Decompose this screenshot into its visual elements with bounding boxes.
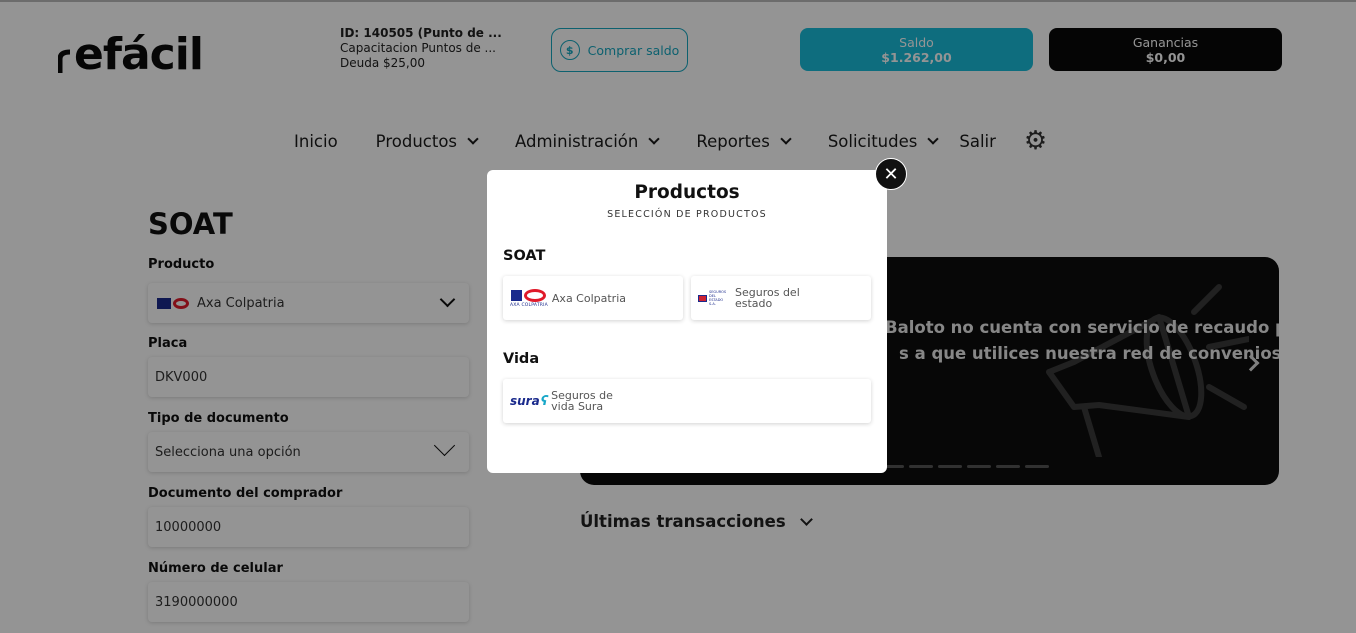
axa-colpatria-logo: AXA COLPATRIA bbox=[510, 288, 548, 308]
seguros-del-estado-logo: SEGUROS DEL ESTADO S.A. bbox=[698, 290, 731, 306]
product-card-sura[interactable]: sura ʕ Seguros de vida Sura bbox=[503, 379, 871, 423]
close-icon[interactable]: ✕ bbox=[875, 158, 907, 190]
product-card-label: Axa Colpatria bbox=[551, 291, 627, 305]
product-card-label-line: vida Sura bbox=[551, 400, 604, 413]
sura-logo: sura ʕ bbox=[510, 393, 549, 409]
logo-caption: SEGUROS DEL ESTADO S.A. bbox=[709, 290, 727, 306]
product-card-seguros-del-estado[interactable]: SEGUROS DEL ESTADO S.A. Seguros del esta… bbox=[691, 276, 871, 320]
products-modal: Productos SELECCIÓN DE PRODUCTOS SOAT AX… bbox=[487, 170, 887, 473]
modal-title: Productos bbox=[634, 182, 740, 203]
page: efácil ID: 140505 (Punto de ... Capacita… bbox=[0, 0, 1356, 633]
product-card-label: Seguros de vida Sura bbox=[551, 390, 613, 412]
section-title-soat: SOAT bbox=[503, 248, 546, 264]
logo-caption: AXA COLPATRIA bbox=[510, 302, 548, 308]
product-card-label-line: estado bbox=[735, 297, 773, 310]
product-card-axa-colpatria[interactable]: AXA COLPATRIA Axa Colpatria bbox=[503, 276, 683, 320]
modal-subtitle: SELECCIÓN DE PRODUCTOS bbox=[607, 209, 767, 220]
product-card-label: Seguros del estado bbox=[735, 287, 800, 309]
sura-logo-text: sura bbox=[510, 393, 540, 408]
section-title-vida: Vida bbox=[503, 351, 540, 367]
